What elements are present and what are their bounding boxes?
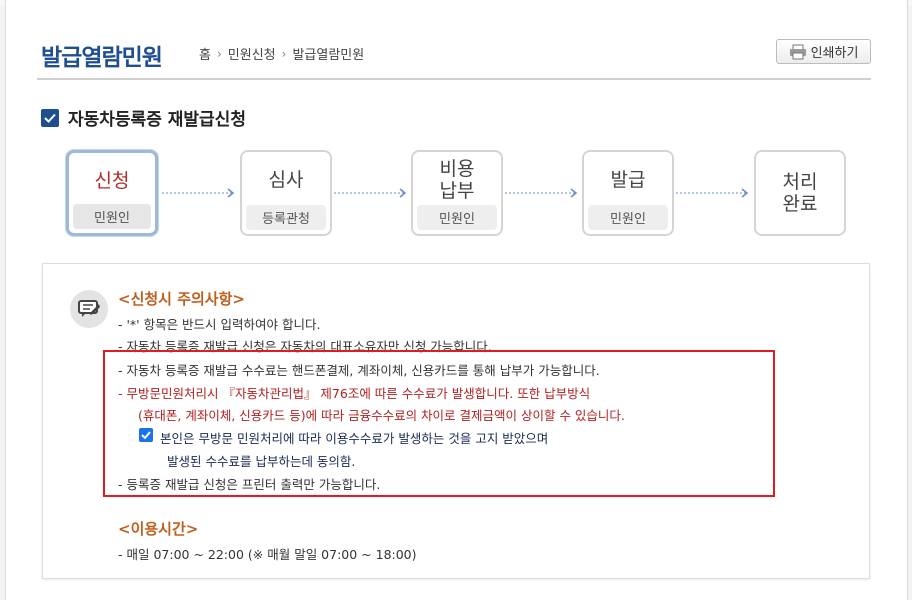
step-role: 민원인: [588, 205, 668, 230]
consent-label-cont: 발생된 수수료를 납부하는데 동의함.: [167, 454, 356, 469]
notice-line-required: - '*' 항목은 반드시 입력하여야 합니다.: [118, 317, 321, 332]
notice-line-printer-only: - 등록증 재발급 신청은 프린터 출력만 가능합니다.: [118, 477, 381, 492]
step-apply: 신청 민원인: [66, 150, 158, 236]
step-name: 비용 납부: [439, 157, 475, 202]
step-name: 심사: [268, 168, 304, 191]
page-title: 발급열람민원: [41, 45, 163, 71]
notice-box: <신청시 주의사항> - '*' 항목은 반드시 입력하여야 합니다. - 자동…: [42, 263, 870, 579]
arrow-right-icon: [162, 188, 235, 198]
arrow-right-icon: [676, 188, 749, 198]
section-title: 자동차등록증 재발급신청: [41, 105, 246, 130]
step-role: 등록관청: [246, 205, 326, 230]
checkbox-checked-icon: [41, 108, 59, 127]
step-name: 발급: [610, 168, 646, 191]
notice-line-fee: - 무방문민원처리시 『자동차관리법』 제76조에 따른 수수료가 발생합니다.…: [118, 386, 591, 401]
breadcrumb: 홈 › 민원신청 › 발급열람민원: [199, 44, 365, 64]
print-label: 인쇄하기: [810, 46, 859, 61]
chevron-right-icon: ›: [216, 46, 222, 61]
arrow-right-icon: [334, 188, 407, 198]
memo-icon: [70, 290, 108, 328]
page-header: 발급열람민원 홈 › 민원신청 › 발급열람민원 인쇄하기: [37, 32, 871, 80]
notice-heading: <신청시 주의사항>: [118, 290, 245, 308]
printer-icon: [789, 44, 806, 59]
usage-hours: - 매일 07:00 ~ 22:00 (※ 매월 말일 07:00 ~ 18:0…: [118, 547, 417, 562]
arrow-right-icon: [505, 188, 578, 198]
breadcrumb-current: 발급열람민원: [292, 48, 365, 63]
step-name: 처리 완료: [782, 171, 818, 215]
breadcrumb-civil-request[interactable]: 민원신청: [228, 44, 276, 63]
notice-line-fee-detail: (휴대폰, 계좌이체, 신용카드 등)에 따라 금융수수료의 차이로 결제금액이…: [138, 408, 625, 423]
step-name: 신청: [94, 169, 130, 192]
process-steps: 신청 민원인 심사 등록관청 비용 납부 민원인 발급 민원인 처리 완료: [66, 150, 846, 240]
step-payment: 비용 납부 민원인: [411, 150, 503, 236]
notice-line-payment-methods: - 자동차 등록증 재발급 수수료는 핸드폰결제, 계좌이체, 신용카드를 통해…: [118, 363, 600, 378]
step-complete: 처리 완료: [754, 150, 846, 236]
step-role: 민원인: [417, 205, 497, 230]
breadcrumb-home[interactable]: 홈: [199, 44, 211, 63]
consent-label[interactable]: 본인은 무방문 민원처리에 따라 이용수수료가 발생하는 것을 고지 받았으며: [160, 428, 548, 447]
chevron-right-icon: ›: [281, 46, 287, 61]
usage-heading: <이용시간>: [118, 520, 199, 538]
print-button[interactable]: 인쇄하기: [776, 39, 871, 64]
step-role: 민원인: [73, 204, 151, 229]
step-issue: 발급 민원인: [582, 150, 674, 236]
consent-checkbox[interactable]: [139, 428, 153, 442]
step-review: 심사 등록관청: [240, 150, 332, 236]
section-title-text: 자동차등록증 재발급신청: [68, 110, 246, 130]
